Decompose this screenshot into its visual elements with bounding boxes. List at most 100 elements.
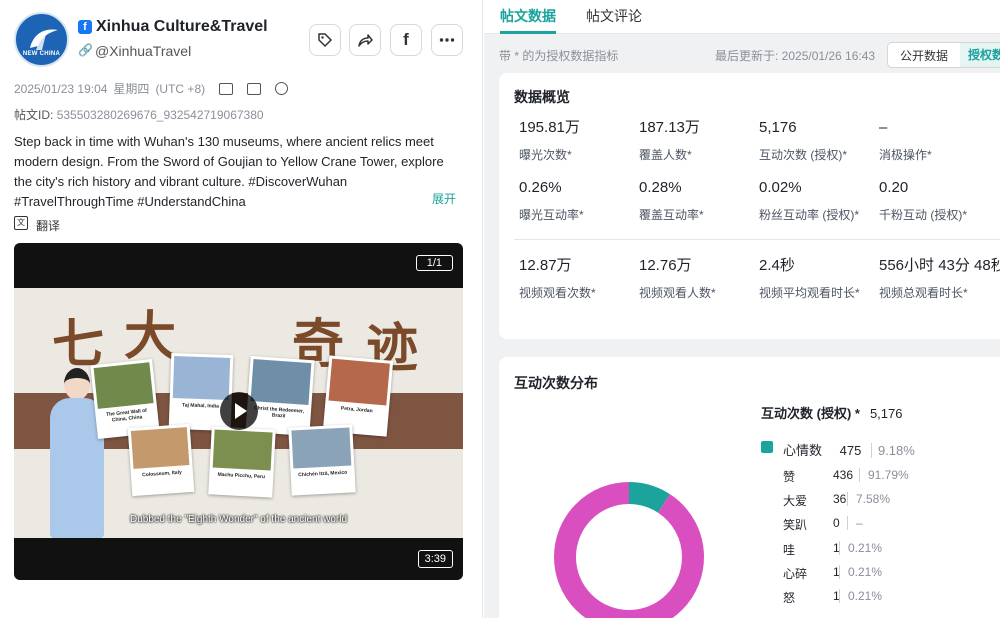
- toggle-public-data[interactable]: 公开数据: [900, 47, 948, 64]
- info-bar: 带 * 的为授权数据指标 最后更新于: 2025/01/26 16:43 公开数…: [484, 35, 1000, 73]
- more-icon: [439, 38, 455, 42]
- wonder-photo: [291, 427, 352, 469]
- metric-label: 曝光次数*: [519, 148, 572, 162]
- metric-value: 195.81万: [519, 119, 580, 136]
- link-icon: 🔗: [78, 43, 93, 57]
- video-subtitle: Dubbed the "Eighth Wonder" of the ancien…: [129, 514, 348, 525]
- metric-value: –: [879, 119, 888, 136]
- wonder-photo: [172, 356, 231, 401]
- facebook-icon: f: [403, 30, 409, 49]
- metric-value: 187.13万: [639, 119, 700, 136]
- distribution-title: 互动次数分布: [514, 375, 598, 391]
- reactions-legend[interactable]: 心情数 475 9.18%: [783, 440, 915, 459]
- wonder-photo: [250, 359, 312, 406]
- metric: 5,176 互动次数 (授权)*: [759, 119, 879, 163]
- metric: 12.87万视频观看次数*: [519, 257, 639, 301]
- video-duration: 3:39: [417, 550, 453, 568]
- account-handle[interactable]: @XinhuaTravel: [95, 43, 191, 59]
- wonder-photo: [93, 362, 154, 410]
- metric-label: 视频观看人数*: [639, 286, 716, 300]
- reaction-row-label: 心碎: [783, 567, 808, 581]
- tag-icon: [318, 33, 333, 48]
- post-meta: 2025/01/23 19:04 星期四 (UTC +8): [14, 80, 289, 97]
- post-datetime: 2025/01/23 19:04: [14, 81, 108, 96]
- metric: – 消极操作*: [879, 119, 999, 163]
- metric: 0.26% 曝光互动率*: [519, 179, 639, 223]
- reactions-legend-swatch: [761, 441, 773, 453]
- reactions-label: 心情数: [783, 443, 823, 458]
- image-icon: [247, 82, 262, 95]
- avatar[interactable]: NEW CHINA: [14, 12, 69, 67]
- post-text: Step back in time with Wuhan's 130 museu…: [14, 134, 444, 209]
- translate-button[interactable]: 翻译: [36, 217, 60, 234]
- tab-post-comments[interactable]: 帖文评论: [586, 6, 642, 26]
- data-source-toggle: 公开数据 授权数: [887, 42, 1000, 68]
- toggle-authorized-data[interactable]: 授权数: [960, 43, 1000, 67]
- metric-label: 粉丝互动率 (授权)*: [759, 208, 859, 222]
- reactions-count: 475: [839, 443, 862, 458]
- metric-label: 视频观看次数*: [519, 286, 596, 300]
- metric-value: 0.02%: [759, 179, 802, 196]
- share-button[interactable]: [349, 24, 381, 56]
- tab-post-data[interactable]: 帖文数据: [500, 6, 556, 26]
- metric: 0.02% 粉丝互动率 (授权)*: [759, 179, 879, 223]
- play-button[interactable]: [220, 392, 258, 430]
- overview-divider: [514, 239, 1000, 240]
- wonder-photo: [212, 429, 273, 471]
- video-player[interactable]: 1/1 七 大 奇 迹 The Great Wall of China, Chi…: [14, 243, 463, 580]
- reaction-row-pct: 91.79%: [859, 468, 909, 482]
- metric-label: 视频总观看时长*: [879, 286, 968, 300]
- metric-value: 556小时 43分 48秒: [879, 257, 1000, 274]
- tag-button[interactable]: [309, 24, 341, 56]
- overview-title: 数据概览: [514, 89, 570, 105]
- reaction-row-count: 436: [833, 468, 854, 482]
- metric: 0.28% 覆盖互动率*: [639, 179, 759, 223]
- title-char: 大: [124, 306, 177, 367]
- metric: 195.81万 曝光次数*: [519, 119, 639, 163]
- wonder-card: Machu Picchu, Peru: [208, 426, 276, 498]
- reactions-pct: 9.18%: [870, 443, 915, 458]
- wonder-card: Chichén Itzá, Mexico: [288, 424, 356, 496]
- post-id: 帖文ID: 535503280269676_932542719067380: [14, 106, 264, 123]
- distribution-total: 互动次数 (授权) * 5,176: [761, 403, 903, 422]
- overview-card: 数据概览 195.81万 曝光次数* 187.13万 覆盖人数* 5,176 互动次数…: [499, 73, 1000, 339]
- wonder-caption: Petra, Jordan: [340, 405, 373, 415]
- metric: 12.76万 视频观看人数*: [639, 257, 759, 301]
- reaction-row-count: 36: [833, 492, 847, 506]
- metric-value: 0.20: [879, 179, 909, 196]
- reaction-row-label: 赞: [783, 470, 796, 484]
- total-value: 5,176: [869, 406, 903, 421]
- more-button[interactable]: [431, 24, 463, 56]
- metric-label: 互动次数 (授权)*: [759, 148, 847, 162]
- metric-label: 覆盖互动率*: [639, 208, 704, 222]
- post-timezone: (UTC +8): [155, 81, 206, 96]
- wonder-caption: Machu Picchu, Peru: [217, 471, 266, 480]
- tab-bar: 帖文数据 帖文评论: [484, 0, 1000, 34]
- post-panel: NEW CHINA f Xinhua Culture&Travel 🔗 @Xin…: [0, 0, 483, 618]
- donut-slice-1[interactable]: [554, 482, 704, 618]
- wonder-card: Colosseum, Italy: [127, 423, 195, 497]
- media-count: 1/1: [415, 255, 453, 271]
- post-id-value: 535503280269676_932542719067380: [56, 108, 264, 122]
- distribution-card: 互动次数分布 互动次数 (授权) * 5,176 心情数 475 9.18% 赞 …: [499, 357, 1000, 618]
- metric-value: 0.28%: [639, 179, 682, 196]
- xinhua-logo-icon: [30, 29, 58, 50]
- post-id-label: 帖文ID:: [14, 108, 54, 122]
- account-name[interactable]: Xinhua Culture&Travel: [96, 18, 268, 36]
- metric-value: 12.87万: [519, 257, 572, 274]
- share-icon: [358, 34, 373, 47]
- metric-value: 2.4秒: [759, 257, 795, 274]
- play-icon: [234, 403, 247, 419]
- total-label: 互动次数 (授权) *: [761, 406, 860, 421]
- reaction-row-label: 大爱: [783, 494, 808, 508]
- expand-link[interactable]: 展开: [432, 190, 456, 207]
- metric-value: 0.26%: [519, 179, 562, 196]
- facebook-icon: f: [78, 20, 92, 34]
- metric: 0.20 千粉互动 (授权)*: [879, 179, 999, 223]
- wonder-card: Christ the Redeemer, Brazil: [245, 355, 315, 437]
- authorized-note: 带 * 的为授权数据指标: [499, 49, 619, 63]
- paid-icon: [275, 82, 289, 95]
- facebook-link-button[interactable]: f: [390, 24, 422, 56]
- reaction-row-pct: 0.21%: [839, 589, 882, 603]
- reaction-row-pct: –: [847, 516, 863, 530]
